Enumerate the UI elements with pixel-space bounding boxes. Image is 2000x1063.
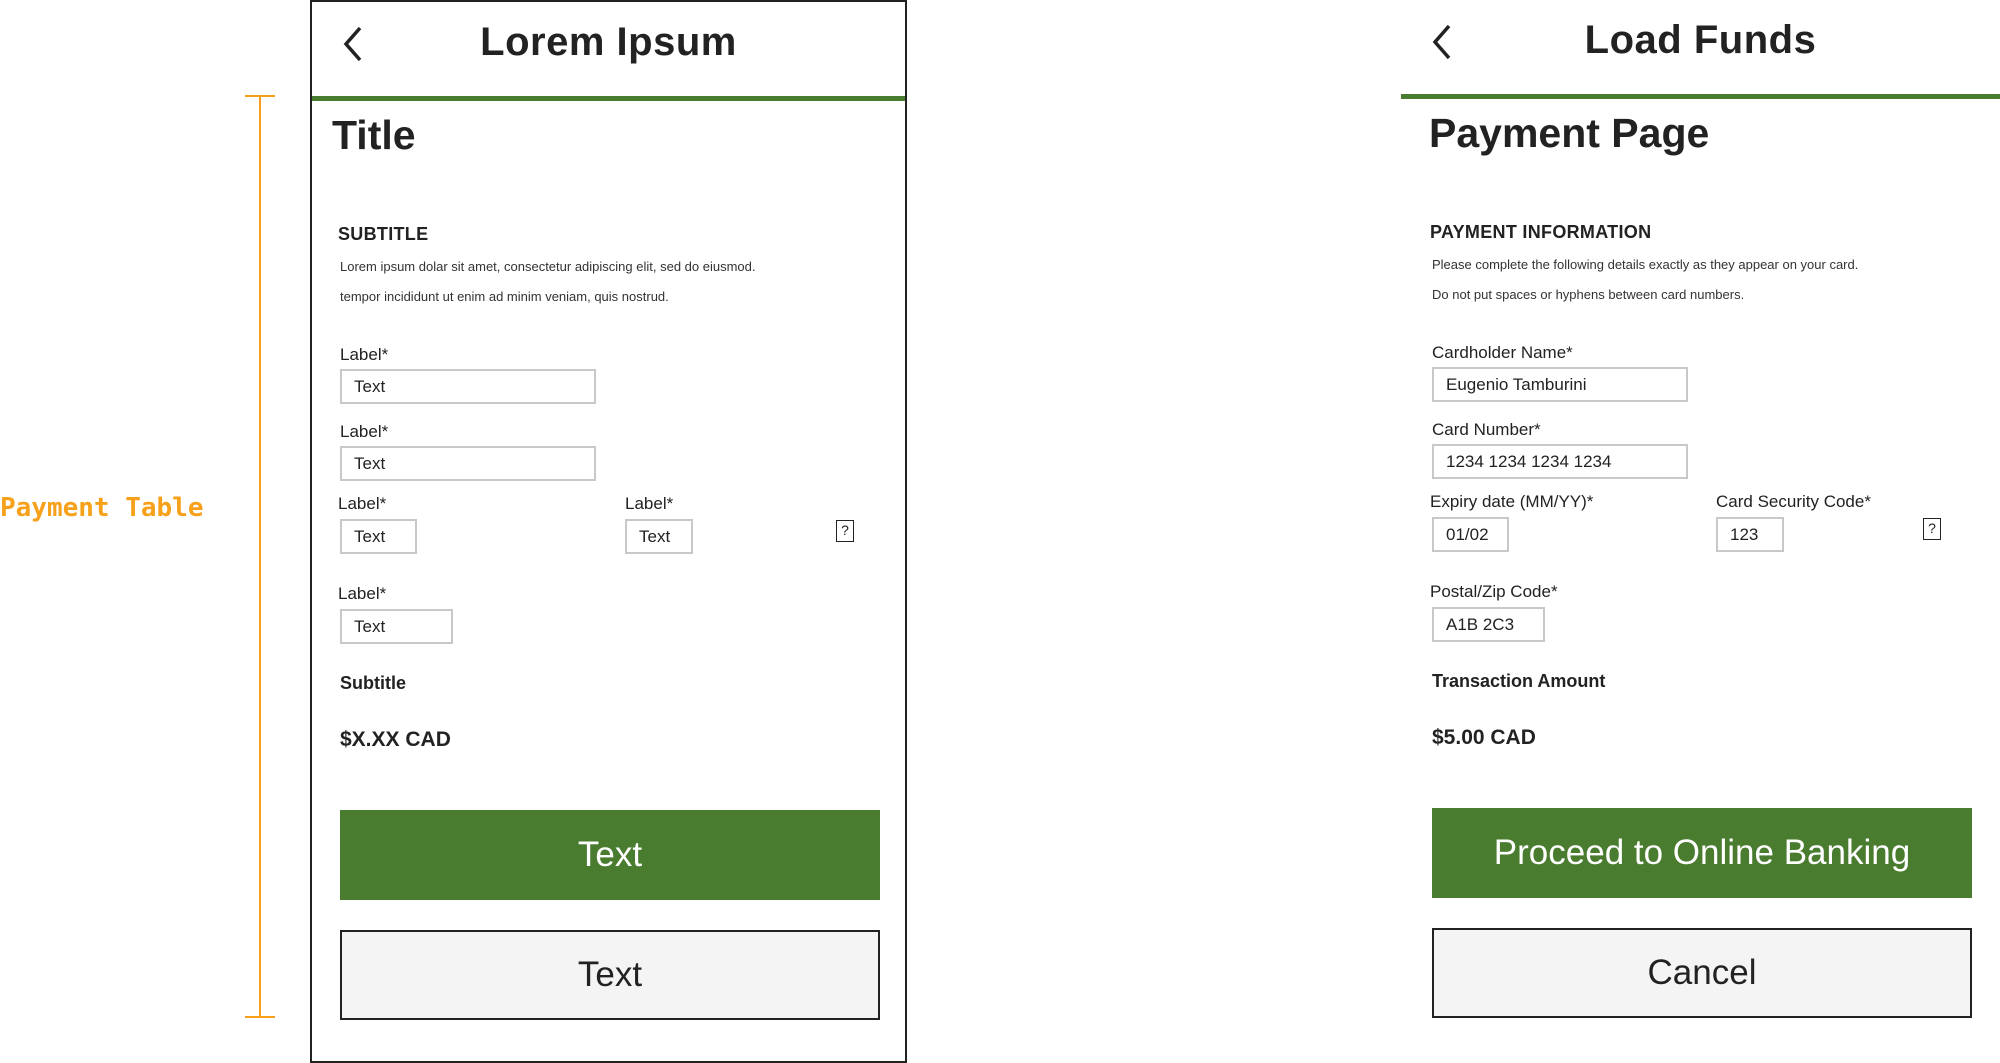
card-number-label: Card Number* — [1432, 420, 1541, 439]
cardholder-name-input[interactable] — [340, 369, 596, 404]
card-number-input[interactable] — [340, 446, 596, 481]
postal-label: Label* — [338, 584, 387, 603]
expiry-label: Label* — [338, 494, 387, 513]
help-icon[interactable]: ? — [836, 520, 854, 542]
cardholder-name-label: Cardholder Name* — [1432, 343, 1573, 362]
amount-label: Subtitle — [340, 673, 406, 693]
card-security-code-input[interactable] — [1716, 517, 1784, 552]
description-line-1: Lorem ipsum dolar sit amet, consectetur … — [340, 259, 756, 274]
expiry-input[interactable] — [1432, 517, 1509, 552]
help-icon[interactable]: ? — [1923, 518, 1941, 540]
transaction-amount-label: Transaction Amount — [1432, 671, 1606, 691]
postal-code-label: Postal/Zip Code* — [1430, 582, 1558, 601]
cardholder-name-label: Label* — [340, 345, 389, 364]
payment-table-bracket — [245, 95, 275, 1018]
transaction-amount-value: $5.00 CAD — [1432, 726, 1536, 749]
card-number-label: Label* — [340, 422, 389, 441]
card-security-code-label: Card Security Code* — [1716, 492, 1871, 511]
proceed-to-online-banking-button[interactable]: Proceed to Online Banking — [1432, 808, 1972, 898]
payment-table-annotation: Payment Table — [0, 493, 204, 523]
cancel-button[interactable]: Cancel — [1432, 928, 1972, 1018]
page-title: Title — [332, 112, 416, 158]
payment-screen: Load Funds Payment Page PAYMENT INFORMAT… — [1401, 0, 2000, 1063]
header-title: Load Funds — [1584, 18, 1817, 62]
cvc-input[interactable] — [625, 519, 693, 554]
section-title: SUBTITLE — [338, 224, 429, 244]
template-screen: Lorem Ipsum Title SUBTITLE Lorem ipsum d… — [310, 0, 907, 1063]
cvc-label: Label* — [625, 494, 674, 513]
page-title: Payment Page — [1429, 110, 1710, 156]
postal-code-input[interactable] — [1432, 607, 1545, 642]
app-header: Lorem Ipsum — [312, 2, 905, 101]
primary-button[interactable]: Text — [340, 810, 880, 900]
card-number-input[interactable] — [1432, 444, 1688, 479]
postal-input[interactable] — [340, 609, 453, 644]
description-line-2: tempor incididunt ut enim ad minim venia… — [340, 289, 669, 304]
expiry-input[interactable] — [340, 519, 417, 554]
expiry-label: Expiry date (MM/YY)* — [1430, 492, 1594, 511]
section-title: PAYMENT INFORMATION — [1430, 222, 1652, 242]
app-header: Load Funds — [1401, 0, 2000, 99]
description-line-1: Please complete the following details ex… — [1432, 257, 1859, 272]
cardholder-name-input[interactable] — [1432, 367, 1688, 402]
amount-value: $X.XX CAD — [340, 728, 451, 751]
description-line-2: Do not put spaces or hyphens between car… — [1432, 287, 1745, 302]
secondary-button[interactable]: Text — [340, 930, 880, 1020]
header-title: Lorem Ipsum — [480, 20, 737, 64]
